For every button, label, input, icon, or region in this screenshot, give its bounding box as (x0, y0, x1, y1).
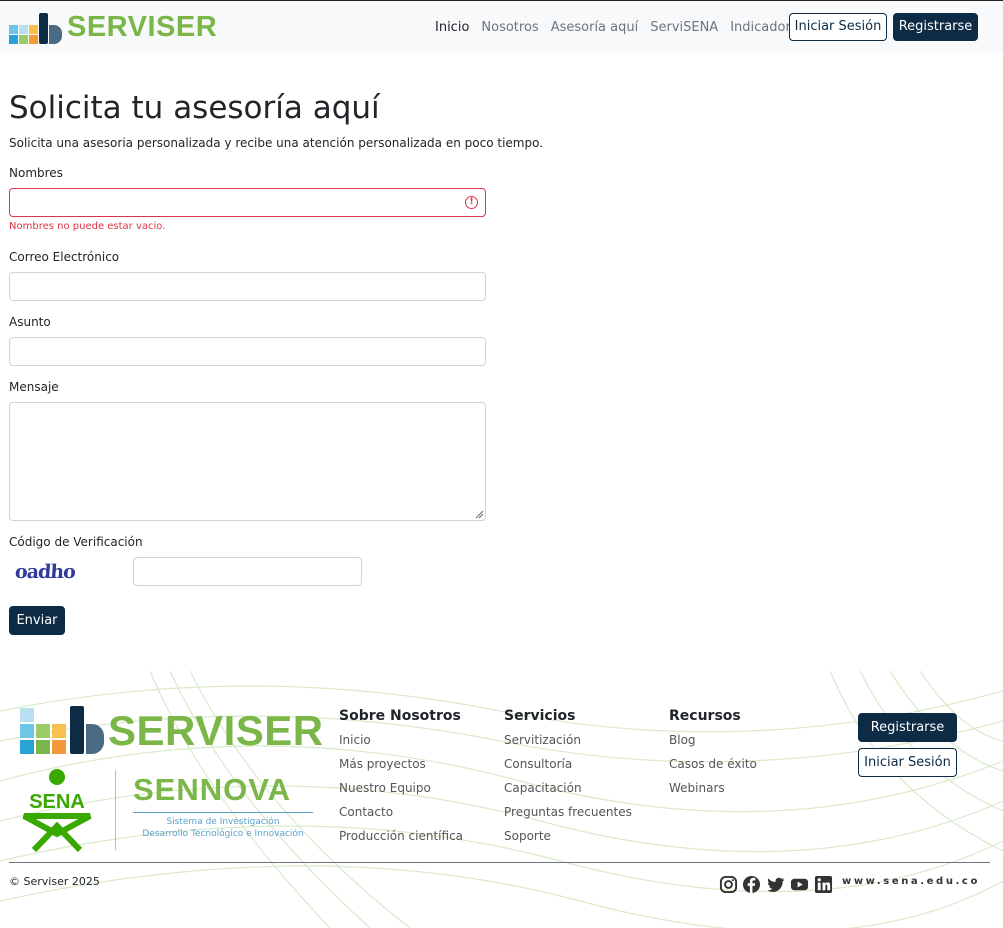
sennova-tagline-1: Sistema de Investigación (166, 817, 280, 827)
sena-url-link[interactable]: www.sena.edu.co (842, 876, 980, 887)
captcha-image: oadho (14, 561, 76, 583)
nav-links: Inicio Nosotros Asesoría aquí ServiSENA … (435, 20, 817, 35)
email-input[interactable] (9, 272, 486, 301)
login-button[interactable]: Iniciar Sesión (789, 13, 887, 41)
footer-col-title-services: Servicios (504, 708, 576, 724)
footer-register-button[interactable]: Registrarse (858, 713, 957, 742)
sennova-tagline-2: Desarrollo Tecnológico e Innovación (142, 829, 304, 839)
footer-login-button[interactable]: Iniciar Sesión (858, 748, 957, 777)
footer-link-faq[interactable]: Preguntas frecuentes (504, 805, 632, 819)
email-label: Correo Electrónico (9, 250, 120, 264)
footer-link-nuestro-equipo[interactable]: Nuestro Equipo (339, 781, 431, 795)
navbar: SERVISER Inicio Nosotros Asesoría aquí S… (0, 0, 1003, 53)
sena-logo-text: SENA (29, 791, 85, 813)
footer-link-soporte[interactable]: Soporte (504, 829, 551, 843)
message-label: Mensaje (9, 380, 59, 394)
submit-button[interactable]: Enviar (9, 606, 65, 635)
copyright-text: © Serviser 2025 (9, 875, 100, 888)
captcha-label: Código de Verificación (9, 535, 143, 549)
instagram-icon[interactable] (719, 875, 738, 894)
page-subtitle: Solicita una asesoria personalizada y re… (9, 136, 544, 150)
footer-link-servitizacion[interactable]: Servitización (504, 733, 581, 747)
serviser-logo-mark-icon (9, 11, 65, 44)
register-button[interactable]: Registrarse (893, 13, 978, 41)
brand-logo[interactable]: SERVISER (9, 11, 217, 44)
footer-link-casos-exito[interactable]: Casos de éxito (669, 757, 757, 771)
footer-link-blog[interactable]: Blog (669, 733, 696, 747)
name-label: Nombres (9, 166, 63, 180)
footer-link-webinars[interactable]: Webinars (669, 781, 725, 795)
footer-brand-name: SERVISER (108, 707, 324, 754)
resize-handle-icon[interactable] (475, 510, 484, 519)
footer-link-consultoria[interactable]: Consultoría (504, 757, 572, 771)
sennova-logo-text: SENNOVA (133, 772, 292, 807)
linkedin-icon[interactable] (814, 875, 833, 894)
message-textarea[interactable] (9, 402, 486, 521)
subject-input[interactable] (9, 337, 486, 366)
brand-name: SERVISER (67, 11, 218, 43)
footer-col-title-resources: Recursos (669, 708, 741, 724)
footer-link-contacto[interactable]: Contacto (339, 805, 393, 819)
captcha-input[interactable] (133, 557, 362, 586)
sennova-underline (133, 812, 313, 813)
sennova-logo[interactable]: SENNOVA Sistema de Investigación Desarro… (133, 772, 315, 844)
youtube-icon[interactable] (790, 875, 809, 894)
footer-col-title-about: Sobre Nosotros (339, 708, 461, 724)
nav-link-servisena[interactable]: ServiSENA (650, 20, 718, 35)
footer-link-inicio[interactable]: Inicio (339, 733, 371, 747)
nav-link-asesoria[interactable]: Asesoría aquí (551, 20, 639, 35)
twitter-icon[interactable] (766, 875, 785, 894)
footer-link-mas-proyectos[interactable]: Más proyectos (339, 757, 426, 771)
subject-label: Asunto (9, 315, 51, 329)
logo-divider (115, 770, 116, 850)
footer-link-capacitacion[interactable]: Capacitación (504, 781, 582, 795)
serviser-logo-mark-icon (20, 706, 104, 756)
error-icon: ! (465, 196, 478, 209)
footer-brand-logo[interactable]: SERVISER (20, 706, 324, 756)
sena-logo-icon: SENA (22, 769, 92, 853)
nav-link-nosotros[interactable]: Nosotros (481, 20, 538, 35)
name-error-message: Nombres no puede estar vacio. (9, 221, 166, 232)
footer-divider (9, 862, 990, 863)
facebook-icon[interactable] (742, 875, 761, 894)
nav-link-inicio[interactable]: Inicio (435, 20, 469, 35)
sena-logo[interactable]: SENA (14, 768, 100, 853)
footer-link-produccion[interactable]: Producción científica (339, 829, 463, 843)
name-input[interactable]: ! (9, 188, 486, 217)
page-title: Solicita tu asesoría aquí (9, 90, 380, 126)
